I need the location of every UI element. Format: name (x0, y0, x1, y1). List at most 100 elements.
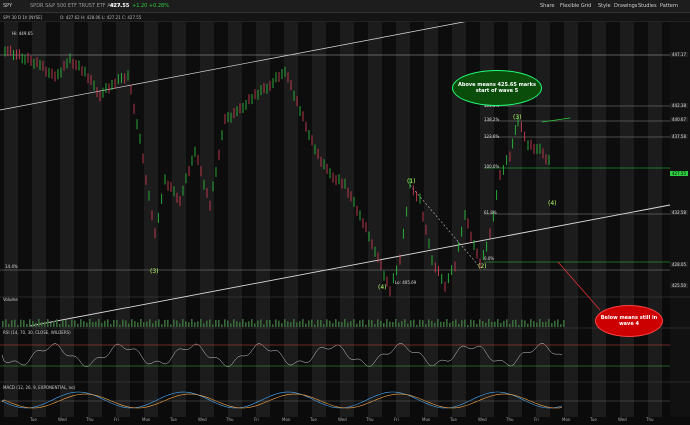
volume-bar (95, 321, 97, 327)
x-axis-label: Fri (114, 417, 119, 422)
price-tag: 428.05 (670, 262, 688, 267)
symbol-field[interactable]: SPY (3, 3, 12, 9)
price-tag: 437.58 (670, 134, 688, 139)
volume-bar (488, 319, 490, 327)
volume-bar (461, 320, 463, 327)
session-stripe (620, 22, 634, 417)
price-tag: 425.50 (670, 283, 688, 288)
volume-bar (296, 322, 298, 327)
x-axis-label: Tue (170, 417, 177, 422)
session-stripe (32, 22, 46, 417)
drawings-button[interactable]: Drawings (614, 3, 637, 9)
volume-bar (185, 321, 187, 327)
volume-bar (146, 321, 148, 327)
volume-bar (485, 322, 487, 327)
volume-bar (557, 319, 559, 327)
share-button[interactable]: Share (540, 3, 554, 9)
volume-bar (20, 319, 22, 327)
volume-bar (509, 324, 511, 327)
volume-bar (332, 323, 334, 327)
volume-bar (497, 319, 499, 327)
volume-bar (227, 320, 229, 327)
volume-bar (26, 323, 28, 327)
volume-bar (23, 320, 25, 327)
volume-bar (527, 323, 529, 327)
volume-bar (74, 320, 76, 327)
volume-bar (143, 322, 145, 327)
volume-bar (11, 320, 13, 327)
session-stripe (4, 22, 18, 417)
volume-bar (320, 320, 322, 327)
rsi-label: RSI (14, 70, 30, CLOSE, WILDERS) (3, 330, 71, 335)
volume-bar (380, 320, 382, 327)
studies-button[interactable]: Studies (638, 3, 657, 9)
volume-bar (368, 319, 370, 327)
pattern-button[interactable]: Pattern (660, 3, 678, 9)
volume-bar (104, 320, 106, 327)
volume-bar (236, 321, 238, 327)
session-stripe (228, 22, 242, 417)
volume-bar (308, 320, 310, 327)
volume-bar (56, 319, 58, 327)
style-button[interactable]: Style (598, 3, 611, 9)
macd-label: MACD (12, 26, 9, EXPONENTIAL, no) (3, 385, 76, 390)
volume-bar (101, 323, 103, 327)
volume-bar (470, 319, 472, 327)
volume-bar (263, 324, 265, 327)
x-axis-label: Fri (534, 417, 539, 422)
volume-bar (293, 319, 295, 327)
volume-bar (560, 324, 562, 327)
volume-bar (389, 321, 391, 327)
volume-bar (545, 321, 547, 327)
volume-bar (356, 323, 358, 327)
fib-label: 138.2% (484, 117, 500, 122)
x-axis-label: Mon (562, 417, 571, 422)
volume-bar (197, 321, 199, 327)
price-tag: 440.67 (670, 117, 688, 122)
volume-bar (215, 319, 217, 327)
volume-bar (311, 319, 313, 327)
volume-bar (452, 320, 454, 327)
volume-bar (344, 319, 346, 327)
flexible-grid-button[interactable]: Flexible Grid (560, 3, 591, 9)
note-wave-4[interactable]: Below means still in wave 4 (595, 305, 663, 337)
volume-bar (203, 323, 205, 327)
volume-bar (62, 320, 64, 327)
x-axis-label: Fri (394, 417, 399, 422)
volume-bar (188, 322, 190, 327)
volume-bar (467, 324, 469, 327)
volume-bar (533, 321, 535, 327)
x-axis-label: Thu (646, 417, 654, 422)
chart-title: SPY 30 D 1h [NYSE] (3, 15, 43, 20)
volume-bar (176, 320, 178, 327)
volume-bar (152, 323, 154, 327)
x-axis-label: Fri (254, 417, 259, 422)
volume-bar (377, 319, 379, 327)
fib-label: 100.0% (484, 164, 500, 169)
wave-label: (4) (378, 284, 387, 291)
volume-bar (110, 324, 112, 327)
volume-bar (140, 319, 142, 327)
volume-bar (209, 319, 211, 327)
price-chart[interactable] (0, 0, 690, 425)
volume-bar (59, 324, 61, 327)
volume-bar (38, 319, 40, 327)
volume-bar (455, 319, 457, 327)
volume-bar (539, 319, 541, 327)
volume-bar (317, 319, 319, 327)
volume-bar (113, 320, 115, 327)
x-axis-label: Tue (450, 417, 457, 422)
volume-bar (257, 320, 259, 327)
note-wave-5[interactable]: Above means 425.65 marks start of wave 5 (452, 70, 542, 106)
high-label: Hi: 449.65 (12, 31, 33, 36)
volume-bar (503, 320, 505, 327)
volume-bar (68, 324, 70, 327)
volume-bar (50, 322, 52, 327)
symbol-description: SPDR S&P 500 ETF TRUST ETF ARCA (30, 3, 121, 9)
price-axis (670, 22, 690, 417)
volume-bar (335, 319, 337, 327)
volume-bar (272, 324, 274, 327)
volume-bar (137, 322, 139, 327)
volume-bar (119, 324, 121, 327)
volume-bar (479, 319, 481, 327)
